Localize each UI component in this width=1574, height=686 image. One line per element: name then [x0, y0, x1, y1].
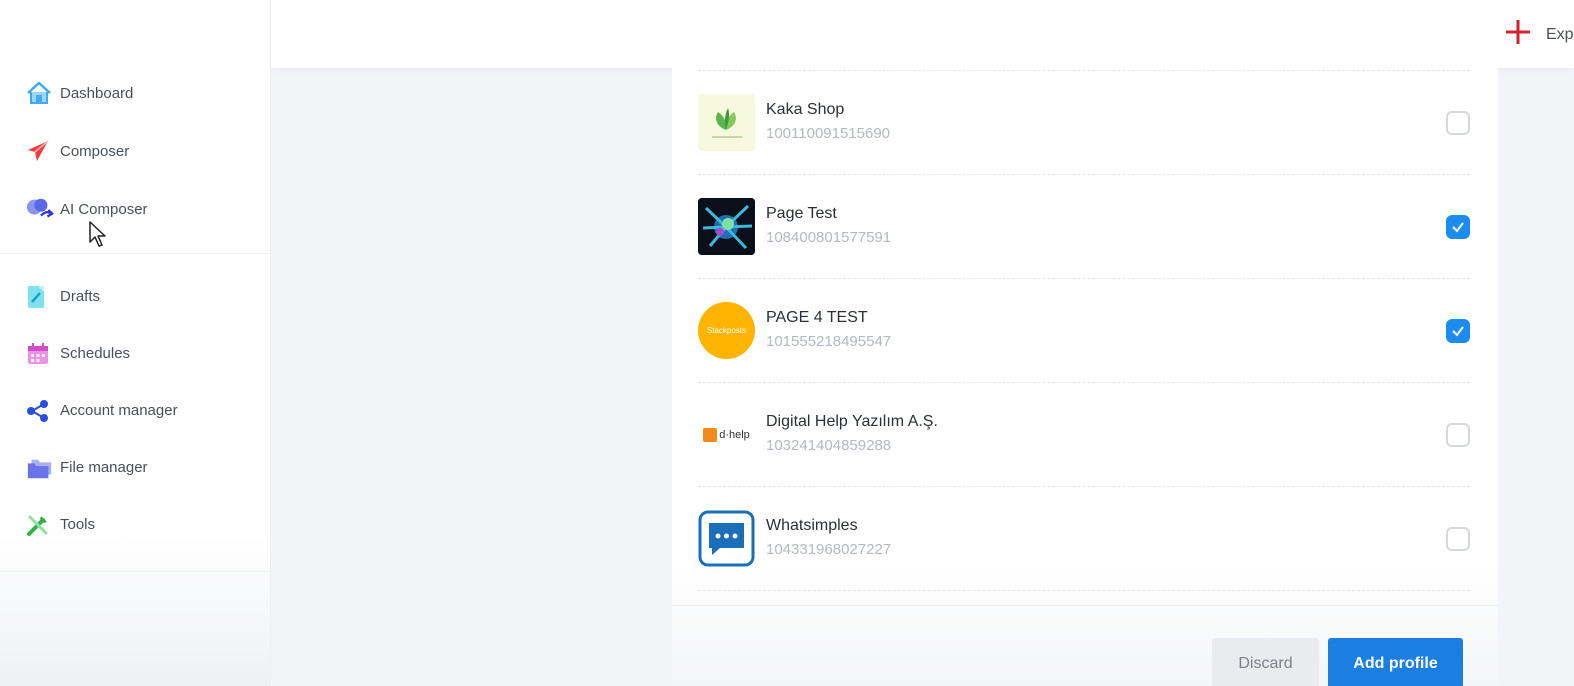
sidebar: Dashboard Composer AI Composer Drafts Sc… — [0, 0, 271, 686]
add-profile-button[interactable]: Add profile — [1328, 638, 1463, 686]
sidebar-item-drafts[interactable]: Drafts — [0, 268, 270, 325]
profile-row[interactable]: Stackposts PAGE 4 TEST 101555218495547 — [698, 279, 1470, 383]
top-bar — [271, 0, 1574, 68]
profile-id: 100110091515690 — [766, 125, 891, 142]
export-button[interactable]: Exp — [1504, 18, 1574, 51]
sidebar-item-label: Tools — [60, 516, 96, 533]
sidebar-item-label: Account manager — [60, 402, 178, 419]
profile-row[interactable]: Page Test 108400801577591 — [698, 175, 1470, 279]
sidebar-item-account-manager[interactable]: Account manager — [0, 382, 270, 439]
profile-list-panel: Kaka Shop 100110091515690 Page Test 1084… — [672, 68, 1498, 686]
folders-icon — [26, 454, 54, 482]
profile-checkbox[interactable] — [1446, 110, 1470, 135]
home-icon — [26, 79, 54, 107]
profile-avatar — [698, 510, 755, 567]
sidebar-item-tools[interactable]: Tools — [0, 496, 270, 553]
profile-avatar: d·help — [698, 406, 755, 463]
sidebar-item-composer[interactable]: Composer — [0, 122, 270, 180]
mouse-cursor-icon — [89, 221, 106, 247]
dhelp-logo-icon — [703, 427, 718, 442]
sidebar-item-label: Dashboard — [60, 84, 134, 102]
paper-plane-icon — [26, 137, 54, 165]
profile-row[interactable]: Whatsimples 104331968027227 — [698, 487, 1470, 591]
profile-row[interactable]: Kaka Shop 100110091515690 — [698, 71, 1470, 175]
profile-name: Whatsimples — [766, 517, 858, 534]
draft-document-icon — [26, 283, 54, 311]
profile-name: Page Test — [766, 205, 837, 222]
avatar-text: d·help — [719, 428, 750, 441]
sidebar-item-file-manager[interactable]: File manager — [0, 439, 270, 496]
divider — [672, 605, 1498, 606]
ai-brain-icon — [26, 195, 54, 223]
nav-group-secondary: Drafts Schedules Account manager File ma… — [0, 268, 270, 572]
profile-id: 108400801577591 — [766, 229, 892, 246]
profile-checkbox[interactable] — [1446, 318, 1470, 343]
calendar-icon — [26, 340, 54, 368]
profile-checkbox[interactable] — [1446, 422, 1470, 447]
check-icon — [1452, 221, 1464, 233]
profile-avatar: Stackposts — [698, 302, 755, 359]
share-nodes-icon — [26, 397, 54, 425]
sidebar-item-label: AI Composer — [60, 200, 148, 218]
sidebar-item-dashboard[interactable]: Dashboard — [0, 64, 270, 122]
profile-id: 103241404859288 — [766, 437, 892, 454]
avatar-text: Stackposts — [706, 326, 747, 335]
profile-checkbox[interactable] — [1446, 526, 1470, 551]
profile-name: PAGE 4 TEST — [766, 309, 868, 326]
profile-name: Kaka Shop — [766, 101, 845, 118]
sidebar-item-label: Drafts — [60, 288, 101, 305]
profile-id: 101555218495547 — [766, 333, 892, 350]
profile-avatar — [698, 94, 755, 151]
sidebar-item-label: Composer — [60, 142, 130, 160]
export-label: Exp — [1546, 25, 1574, 43]
profile-name: Digital Help Yazılım A.Ş. — [766, 413, 938, 430]
profile-checkbox[interactable] — [1446, 214, 1470, 239]
sidebar-item-label: Schedules — [60, 345, 131, 362]
discard-button[interactable]: Discard — [1212, 638, 1319, 686]
nav-group-main: Dashboard Composer AI Composer — [0, 64, 270, 254]
profile-id: 104331968027227 — [766, 541, 892, 558]
sidebar-item-schedules[interactable]: Schedules — [0, 325, 270, 382]
tools-icon — [26, 511, 54, 539]
check-icon — [1452, 325, 1464, 337]
plus-icon — [1504, 18, 1532, 51]
sidebar-item-ai-composer[interactable]: AI Composer — [0, 180, 270, 238]
profile-avatar — [698, 198, 755, 255]
sidebar-item-label: File manager — [60, 459, 148, 476]
profile-row[interactable]: d·help Digital Help Yazılım A.Ş. 1032414… — [698, 383, 1470, 487]
